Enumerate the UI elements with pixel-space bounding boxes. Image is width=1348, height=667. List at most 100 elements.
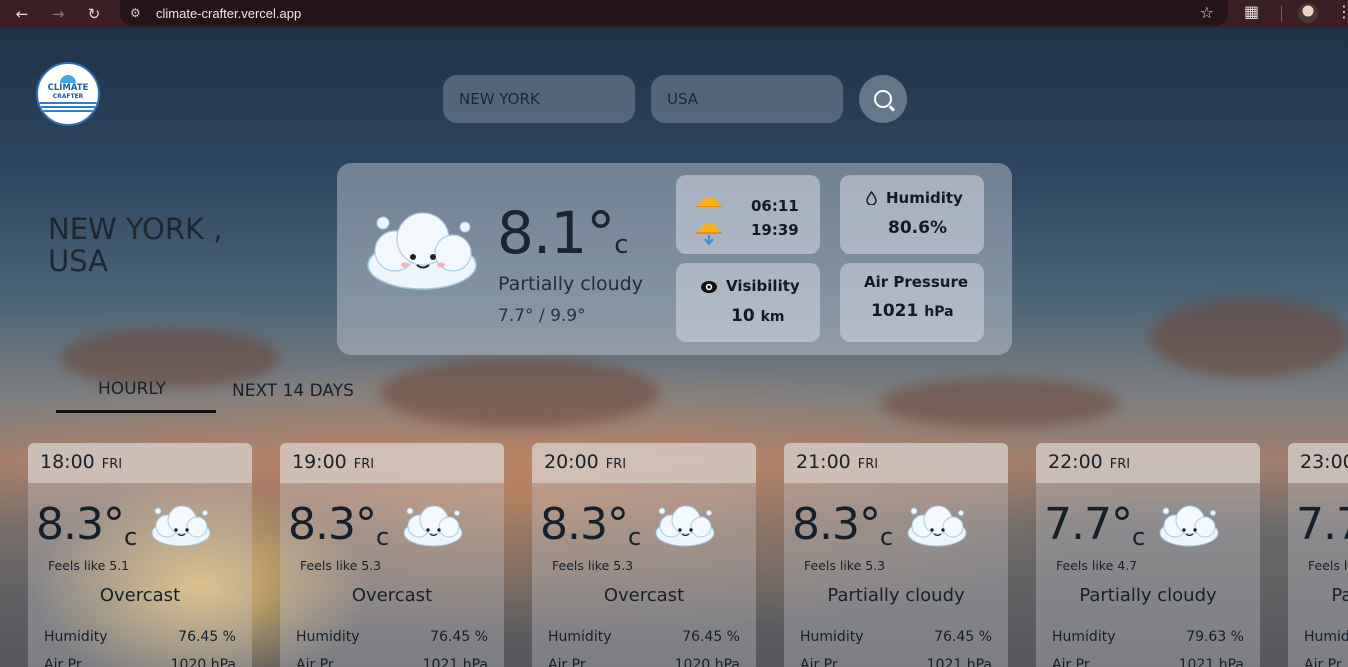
temperature-range: 7.7° / 9.9° xyxy=(498,306,586,326)
air-pressure-label: Air Pressure xyxy=(864,273,969,291)
hourly-air-pressure-value: 1021 hPa xyxy=(422,657,488,667)
hourly-feels-like: Feels like 4.7 xyxy=(1056,558,1138,573)
background-cloud xyxy=(1150,298,1348,378)
logo-sun-icon xyxy=(60,74,76,83)
tab-hourly[interactable]: HOURLY xyxy=(98,379,166,399)
hourly-condition: Partially cloudy xyxy=(1079,585,1217,606)
humidity-value: 80.6% xyxy=(888,218,947,238)
address-bar[interactable]: ⚙ climate-crafter.vercel.app ☆ xyxy=(120,0,1228,26)
humidity-card: Humidity 80.6% xyxy=(840,175,984,254)
hourly-time: 18:00 xyxy=(40,451,95,473)
climate-crafter-logo[interactable]: CLIMATE CRAFTER xyxy=(36,62,100,126)
hourly-day: FRI xyxy=(857,457,879,472)
hourly-air-pressure-value: 1021 hPa xyxy=(926,657,992,667)
search-button[interactable] xyxy=(859,75,907,123)
hourly-card-header: 21:00 FRI xyxy=(784,443,1008,483)
hourly-temperature: 8.3°c xyxy=(792,499,893,552)
cloud-icon xyxy=(654,501,716,549)
droplet-icon xyxy=(866,191,877,205)
location-city: NEW YORK , xyxy=(48,212,223,246)
cloud-icon xyxy=(906,501,968,549)
hourly-humidity-label: Humidity xyxy=(296,629,360,645)
hourly-humidity-label: Humidity xyxy=(1052,629,1116,645)
hourly-feels-like: Feels like 5.3 xyxy=(300,558,382,573)
cloud-icon xyxy=(150,501,212,549)
hourly-card[interactable]: 18:00 FRI 8.3°c Feels like 5.1 Overcast Humid… xyxy=(28,443,252,667)
forward-arrow-icon[interactable]: → xyxy=(46,2,70,26)
current-condition: Partially cloudy xyxy=(498,273,643,295)
hourly-time: 23:00 xyxy=(1300,451,1348,473)
temperature-unit: c xyxy=(123,523,137,551)
hourly-humidity-value: 79.63 % xyxy=(1186,629,1244,645)
hourly-condition: Overcast xyxy=(99,585,181,606)
temperature-unit: c xyxy=(1131,523,1145,551)
browser-menu-icon[interactable]: ⋮ xyxy=(1336,2,1348,21)
hourly-time: 19:00 xyxy=(292,451,347,473)
profile-avatar[interactable] xyxy=(1298,3,1318,23)
background-cloud xyxy=(380,358,660,428)
hourly-feels-like: Feels like 5.3 xyxy=(552,558,634,573)
tab-next-14-days[interactable]: NEXT 14 DAYS xyxy=(232,381,354,401)
current-weather-card: 8.1°c Partially cloudy 7.7° / 9.9° 06:11… xyxy=(337,163,1012,355)
hourly-card[interactable]: 19:00 FRI 8.3°c Feels like 5.3 Overcast Humid… xyxy=(280,443,504,667)
extensions-puzzle-icon[interactable]: ▦ xyxy=(1244,2,1259,21)
hourly-air-pressure-label: Air Pr... xyxy=(296,657,346,667)
hourly-humidity-value: 76.45 % xyxy=(682,629,740,645)
reload-icon[interactable]: ↻ xyxy=(82,2,106,26)
visibility-label: Visibility xyxy=(726,277,800,295)
hourly-feels-like: Feels like 5.1 xyxy=(48,558,130,573)
back-arrow-icon[interactable]: ← xyxy=(10,2,34,26)
toolbar-divider xyxy=(1281,6,1282,22)
bookmark-star-icon[interactable]: ☆ xyxy=(1200,3,1214,22)
city-input[interactable] xyxy=(443,75,635,123)
hourly-humidity-label: Humidity xyxy=(800,629,864,645)
hourly-time: 22:00 xyxy=(1048,451,1103,473)
temperature-unit: c xyxy=(375,523,389,551)
hourly-humidity-value: 76.45 % xyxy=(178,629,236,645)
hourly-day: FRI xyxy=(1109,457,1131,472)
temperature-unit: c xyxy=(627,523,641,551)
cloud-icon xyxy=(402,501,464,549)
sunset-time: 19:39 xyxy=(751,221,799,239)
location-title: NEW YORK , USA xyxy=(48,213,222,277)
hourly-condition: Partially cloudy xyxy=(1331,585,1348,606)
hourly-condition: Overcast xyxy=(351,585,433,606)
current-temperature: 8.1°c xyxy=(497,199,629,267)
hourly-card[interactable]: 23:00FRI 7.7°c Feels like 4.7 Partially clo… xyxy=(1288,443,1348,667)
cloud-icon xyxy=(367,212,477,290)
hourly-card-header: 19:00 FRI xyxy=(280,443,504,483)
hourly-air-pressure-value: 1020 hPa xyxy=(674,657,740,667)
sunrise-time: 06:11 xyxy=(751,197,799,215)
hourly-card-header: 18:00 FRI xyxy=(28,443,252,483)
country-input[interactable] xyxy=(651,75,843,123)
hourly-feels-like: Feels like 4.7 xyxy=(1308,558,1348,573)
background-cloud xyxy=(880,378,1120,428)
hourly-temperature: 8.3°c xyxy=(540,499,641,552)
hourly-temperature: 8.3°c xyxy=(36,499,137,552)
hourly-air-pressure-label: Air Pr... xyxy=(800,657,850,667)
page-background: CLIMATE CRAFTER NEW YORK , USA 8.1°c Par… xyxy=(0,28,1348,667)
hourly-humidity-label: Humidity xyxy=(548,629,612,645)
hourly-air-pressure-label: Air Pr... xyxy=(1052,657,1102,667)
url-text[interactable]: climate-crafter.vercel.app xyxy=(156,6,301,21)
hourly-humidity-label: Humidity xyxy=(1304,629,1348,645)
hourly-humidity-value: 76.45 % xyxy=(934,629,992,645)
hourly-card[interactable]: 22:00 FRI 7.7°c Feels like 4.7 Partially clo… xyxy=(1036,443,1260,667)
hourly-day: FRI xyxy=(101,457,123,472)
browser-toolbar: ← → ↻ ⚙ climate-crafter.vercel.app ☆ ▦ ⋮ xyxy=(0,0,1348,28)
sunrise-icon xyxy=(696,197,722,207)
background-cloud xyxy=(60,328,280,388)
search-icon xyxy=(874,90,892,108)
air-pressure-card: Air Pressure 1021 hPa xyxy=(840,263,984,342)
hourly-temperature: 7.7°c xyxy=(1296,499,1348,550)
hourly-card[interactable]: 20:00 FRI 8.3°c Feels like 5.3 Overcast Humid… xyxy=(532,443,756,667)
visibility-card: Visibility 10 km xyxy=(676,263,820,342)
hourly-air-pressure-label: Air Pr... xyxy=(1304,657,1348,667)
hourly-condition: Overcast xyxy=(603,585,685,606)
hourly-card[interactable]: 21:00 FRI 8.3°c Feels like 5.3 Partially clo… xyxy=(784,443,1008,667)
hourly-time: 21:00 xyxy=(796,451,851,473)
logo-wave-icon xyxy=(38,101,98,114)
hourly-temperature: 7.7°c xyxy=(1044,499,1145,552)
site-settings-icon[interactable]: ⚙ xyxy=(130,6,150,20)
hourly-air-pressure-label: Air Pr... xyxy=(548,657,598,667)
